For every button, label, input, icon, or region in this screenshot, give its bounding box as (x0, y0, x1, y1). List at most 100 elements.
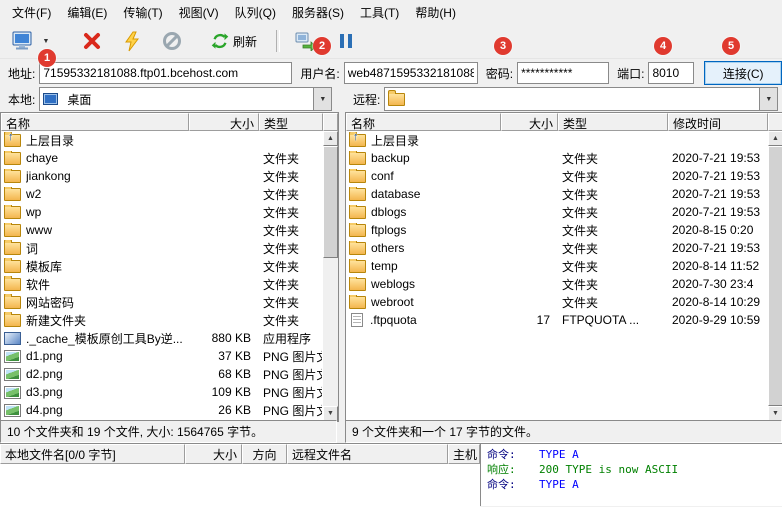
file-type-cell: 应用程序 (263, 331, 312, 346)
file-row[interactable]: jiankong 文件夹 (1, 167, 322, 185)
file-mtime-cell: 2020-8-15 0:20 (672, 223, 754, 237)
file-type-cell: PNG 图片文件 (263, 367, 322, 382)
menu-item[interactable]: 编辑(E) (59, 0, 115, 25)
file-name-cell: www (1, 223, 189, 237)
connect-site-button[interactable] (6, 25, 38, 57)
abort-button[interactable] (156, 25, 188, 57)
queue-column-local-filename[interactable]: 本地文件名[0/0 字节] (0, 444, 185, 464)
menu-item[interactable]: 队列(Q) (227, 0, 284, 25)
folder-icon (349, 187, 366, 201)
file-name-cell: d2.png (1, 367, 189, 381)
remote-column-header-size[interactable]: 大小 (501, 113, 558, 131)
username-input[interactable] (343, 62, 478, 84)
file-row[interactable]: d1.png 37 KB PNG 图片文件 (1, 347, 322, 365)
file-row[interactable]: 网站密码 文件夹 (1, 293, 322, 311)
file-row[interactable]: 词 文件夹 (1, 239, 322, 257)
file-row[interactable]: 新建文件夹 文件夹 (1, 311, 322, 329)
file-size-cell: 880 KB (211, 331, 251, 345)
file-row[interactable]: d2.png 68 KB PNG 图片文件 (1, 365, 322, 383)
pause-button[interactable] (330, 25, 362, 57)
menu-item[interactable]: 文件(F) (4, 0, 59, 25)
remote-path-combo[interactable]: ▼ (384, 87, 779, 111)
remote-column-header-mtime[interactable]: 修改时间 (668, 113, 768, 131)
port-input[interactable] (648, 62, 695, 84)
address-label: 地址: (8, 66, 36, 81)
file-name-cell: weblogs (346, 277, 501, 291)
file-row[interactable]: temp 文件夹 2020-8-14 11:52 (346, 257, 767, 275)
file-row[interactable]: webroot 文件夹 2020-8-14 10:29 (346, 293, 767, 311)
chevron-down-icon[interactable]: ▼ (759, 88, 778, 110)
file-mtime-cell: 2020-7-21 19:53 (672, 205, 761, 219)
menu-item[interactable]: 服务器(S) (284, 0, 352, 25)
local-label: 本地: (8, 92, 36, 107)
file-row[interactable]: .ftpquota 17 FTPQUOTA ... 2020-9-29 10:59 (346, 311, 767, 329)
file-row[interactable]: ._cache_模板原创工具By逆... 880 KB 应用程序 (1, 329, 322, 347)
file-row[interactable]: database 文件夹 2020-7-21 19:53 (346, 185, 767, 203)
file-row[interactable]: 模板库 文件夹 (1, 257, 322, 275)
png-icon (4, 385, 21, 399)
file-row[interactable]: backup 文件夹 2020-7-21 19:53 (346, 149, 767, 167)
scrollbar-thumb[interactable] (323, 146, 338, 258)
quick-connect-button[interactable] (116, 25, 148, 57)
file-row[interactable]: d3.png 109 KB PNG 图片文件 (1, 383, 322, 401)
file-row[interactable]: 上层目录 (1, 131, 322, 149)
file-type-cell: 文件夹 (562, 295, 599, 310)
queue-column-host[interactable]: 主机 (448, 444, 480, 464)
file-row[interactable]: others 文件夹 2020-7-21 19:53 (346, 239, 767, 257)
menu-item[interactable]: 传输(T) (115, 0, 170, 25)
file-type-cell: 文件夹 (263, 277, 300, 292)
local-column-header-type[interactable]: 类型 (259, 113, 323, 131)
folder-icon (349, 241, 366, 255)
file-row[interactable]: conf 文件夹 2020-7-21 19:53 (346, 167, 767, 185)
queue-column-remote-filename[interactable]: 远程文件名 (287, 444, 448, 464)
file-row[interactable]: dblogs 文件夹 2020-7-21 19:53 (346, 203, 767, 221)
file-mtime-cell: 2020-7-21 19:53 (672, 151, 761, 165)
queue-column-size[interactable]: 大小 (185, 444, 242, 464)
file-row[interactable]: chaye 文件夹 (1, 149, 322, 167)
scroll-up-icon[interactable]: ▲ (768, 131, 782, 146)
quick-connect-icon (125, 31, 139, 51)
connect-button[interactable]: 连接(C) (704, 61, 782, 85)
file-row[interactable]: d4.png 26 KB PNG 图片文件 (1, 401, 322, 419)
file-row[interactable]: weblogs 文件夹 2020-7-30 23:4 (346, 275, 767, 293)
menu-item[interactable]: 帮助(H) (407, 0, 464, 25)
scroll-down-icon[interactable]: ▼ (768, 406, 782, 421)
annotation-badge-4: 4 (654, 37, 672, 55)
file-row[interactable]: 上层目录 (346, 131, 767, 149)
password-input[interactable] (517, 62, 610, 84)
file-row[interactable]: 软件 文件夹 (1, 275, 322, 293)
folder-icon (4, 311, 21, 327)
address-input[interactable] (39, 62, 293, 84)
file-name-cell: .ftpquota (346, 313, 501, 327)
file-row[interactable]: ftplogs 文件夹 2020-8-15 0:20 (346, 221, 767, 239)
file-mtime-cell: 2020-8-14 10:29 (672, 295, 761, 309)
scrollbar-thumb[interactable] (768, 146, 782, 406)
menu-item[interactable]: 工具(T) (352, 0, 407, 25)
queue-column-direction[interactable]: 方向 (242, 444, 287, 464)
file-mtime-cell: 2020-7-30 23:4 (672, 277, 754, 291)
file-row[interactable]: wp 文件夹 (1, 203, 322, 221)
remote-scrollbar[interactable]: ▲ ▼ (768, 131, 782, 421)
file-row[interactable]: w2 文件夹 (1, 185, 322, 203)
file-name-cell: dblogs (346, 205, 501, 219)
folder-icon (4, 205, 21, 219)
refresh-icon (211, 33, 229, 49)
annotation-badge-3: 3 (494, 37, 512, 55)
chevron-down-icon[interactable]: ▼ (313, 88, 332, 110)
remote-column-header-name[interactable]: 名称 (346, 113, 501, 131)
menu-item[interactable]: 视图(V) (171, 0, 227, 25)
file-type-cell: 文件夹 (263, 295, 300, 310)
abort-icon (163, 32, 181, 50)
local-column-header-size[interactable]: 大小 (189, 113, 259, 131)
local-scrollbar[interactable]: ▲ ▼ (323, 131, 338, 421)
disconnect-button[interactable] (76, 25, 108, 57)
annotation-badge-5: 5 (722, 37, 740, 55)
refresh-button[interactable]: 刷新 (210, 25, 258, 57)
scroll-down-icon[interactable]: ▼ (323, 406, 338, 421)
file-name-cell: 网站密码 (1, 293, 189, 311)
local-column-header-name[interactable]: 名称 (1, 113, 189, 131)
file-row[interactable]: www 文件夹 (1, 221, 322, 239)
scroll-up-icon[interactable]: ▲ (323, 131, 338, 146)
remote-column-header-type[interactable]: 类型 (558, 113, 668, 131)
local-path-combo[interactable]: 桌面 ▼ (39, 87, 333, 111)
